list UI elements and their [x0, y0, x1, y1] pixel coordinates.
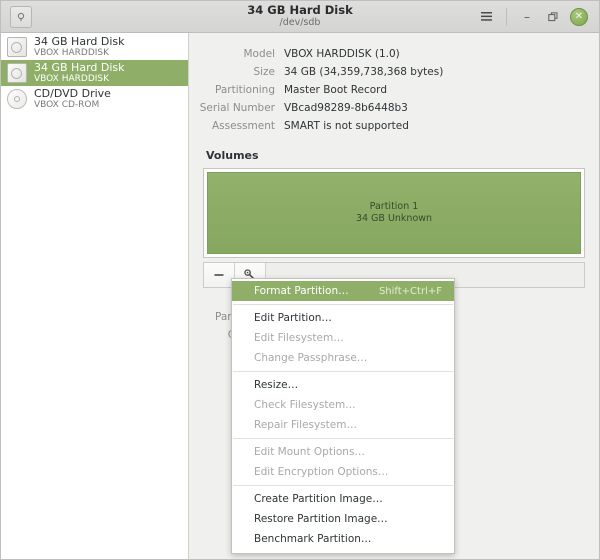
menu-item-label: Change Passphrase…	[254, 352, 368, 364]
menu-item-shortcut: Shift+Ctrl+F	[378, 285, 442, 297]
menu-separator	[233, 371, 453, 372]
sidebar-item-subtitle: VBOX CD-ROM	[34, 100, 100, 110]
detail-label: Partitioning	[215, 84, 275, 96]
menu-item-edit-encryption-options: Edit Encryption Options…	[232, 462, 454, 482]
sidebar-item-cd-dvd-drive[interactable]: CD/DVD Drive VBOX CD-ROM	[1, 86, 188, 112]
menu-item-change-passphrase: Change Passphrase…	[232, 348, 454, 368]
sidebar-item-title: 34 GB Hard Disk	[34, 35, 125, 48]
menu-separator	[233, 485, 453, 486]
menu-item-restore-partition-image[interactable]: Restore Partition Image…	[232, 509, 454, 529]
drive-details: Model VBOX HARDDISK (1.0) Size 34 GB (34…	[189, 33, 599, 135]
menu-item-label: Benchmark Partition…	[254, 533, 372, 545]
menu-item-check-filesystem: Check Filesystem…	[232, 395, 454, 415]
menu-item-label: Resize…	[254, 379, 299, 391]
detail-label: Size	[253, 66, 275, 78]
window-controls: – ✕	[474, 5, 591, 29]
detail-row-size: Size 34 GB (34,359,738,368 bytes)	[189, 63, 585, 81]
minimize-icon: –	[524, 9, 530, 24]
hard-disk-icon	[7, 63, 27, 83]
hamburger-menu-icon	[480, 12, 492, 21]
detail-row-model: Model VBOX HARDDISK (1.0)	[189, 45, 585, 63]
menu-item-create-partition-image[interactable]: Create Partition Image…	[232, 489, 454, 509]
detail-label: Assessment	[212, 120, 275, 132]
menu-item-label: Restore Partition Image…	[254, 513, 388, 525]
volumes-frame: Partition 1 34 GB Unknown	[203, 168, 585, 258]
menu-item-label: Edit Partition…	[254, 312, 332, 324]
menu-item-benchmark-partition[interactable]: Benchmark Partition…	[232, 529, 454, 549]
sidebar-item-subtitle: VBOX HARDDISK	[34, 48, 110, 58]
detail-value: SMART is not supported	[284, 120, 409, 132]
sidebar-item-hard-disk-1[interactable]: 34 GB Hard Disk VBOX HARDDISK	[1, 34, 188, 60]
menu-item-edit-filesystem: Edit Filesystem…	[232, 328, 454, 348]
sidebar-item-subtitle: VBOX HARDDISK	[34, 74, 110, 84]
app-menu-button[interactable]	[9, 5, 33, 29]
sidebar-item-hard-disk-2[interactable]: 34 GB Hard Disk VBOX HARDDISK	[1, 60, 188, 86]
menu-item-format-partition[interactable]: Format Partition… Shift+Ctrl+F	[232, 281, 454, 301]
close-icon: ✕	[570, 7, 588, 26]
detail-row-assessment: Assessment SMART is not supported	[189, 117, 585, 135]
hamburger-menu-button[interactable]	[474, 5, 498, 29]
optical-disc-icon	[7, 89, 27, 109]
menu-item-resize[interactable]: Resize…	[232, 375, 454, 395]
detail-row-partitioning: Partitioning Master Boot Record	[189, 81, 585, 99]
detail-value: Master Boot Record	[284, 84, 387, 96]
detail-value: 34 GB (34,359,738,368 bytes)	[284, 66, 444, 78]
disk-utility-window: 34 GB Hard Disk /dev/sdb – ✕ 34 GB Hard …	[0, 0, 600, 560]
menu-separator	[233, 304, 453, 305]
volumes-heading: Volumes	[206, 149, 259, 162]
partition-description: 34 GB Unknown	[355, 213, 433, 224]
titlebar-left-group	[9, 5, 129, 29]
menu-item-edit-partition[interactable]: Edit Partition…	[232, 308, 454, 328]
maximize-restore-icon	[548, 11, 558, 21]
device-sidebar: 34 GB Hard Disk VBOX HARDDISK 34 GB Hard…	[1, 33, 189, 559]
titlebar-separator	[506, 7, 507, 26]
sidebar-item-text: 34 GB Hard Disk VBOX HARDDISK	[34, 35, 125, 59]
menu-separator	[233, 438, 453, 439]
menu-item-label: Check Filesystem…	[254, 399, 356, 411]
maximize-button[interactable]	[541, 5, 565, 29]
sidebar-item-title: CD/DVD Drive	[34, 87, 111, 100]
menu-item-label: Edit Filesystem…	[254, 332, 344, 344]
detail-value: VBcad98289-8b6448b3	[284, 102, 408, 114]
menu-item-label: Repair Filesystem…	[254, 419, 357, 431]
menu-item-label: Edit Mount Options…	[254, 446, 365, 458]
partition-name: Partition 1	[369, 201, 419, 212]
detail-label: Serial Number	[199, 102, 275, 114]
menu-item-label: Edit Encryption Options…	[254, 466, 389, 478]
menu-item-repair-filesystem: Repair Filesystem…	[232, 415, 454, 435]
partition-context-menu: Format Partition… Shift+Ctrl+F Edit Part…	[231, 278, 455, 554]
menu-item-label: Format Partition…	[254, 285, 349, 297]
sidebar-item-text: CD/DVD Drive VBOX CD-ROM	[34, 87, 111, 111]
detail-value: VBOX HARDDISK (1.0)	[284, 48, 400, 60]
close-button[interactable]: ✕	[567, 5, 591, 29]
volume-partition-1[interactable]: Partition 1 34 GB Unknown	[207, 172, 581, 254]
detail-label: Model	[243, 48, 275, 60]
disk-utility-icon	[10, 5, 32, 28]
sidebar-item-title: 34 GB Hard Disk	[34, 61, 125, 74]
minus-icon	[214, 274, 224, 276]
menu-item-label: Create Partition Image…	[254, 493, 383, 505]
detail-row-serial-number: Serial Number VBcad98289-8b6448b3	[189, 99, 585, 117]
titlebar: 34 GB Hard Disk /dev/sdb – ✕	[1, 1, 599, 33]
hard-disk-icon	[7, 37, 27, 57]
minimize-button[interactable]: –	[515, 5, 539, 29]
menu-item-edit-mount-options: Edit Mount Options…	[232, 442, 454, 462]
sidebar-item-text: 34 GB Hard Disk VBOX HARDDISK	[34, 61, 125, 85]
